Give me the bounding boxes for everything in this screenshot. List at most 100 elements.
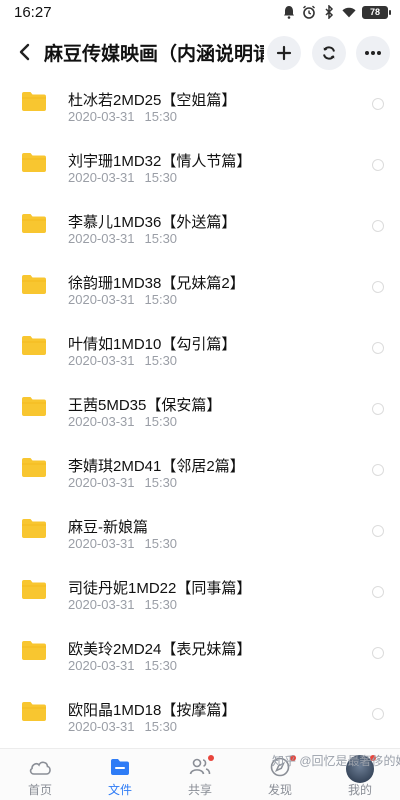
tab-share[interactable]: 共享 bbox=[160, 749, 240, 800]
tab-home-label: 首页 bbox=[27, 783, 52, 797]
file-date-day: 2020-03-31 bbox=[68, 109, 135, 124]
watermark-text: 知乎 @回忆是最奢侈的她 bbox=[272, 754, 400, 768]
add-button[interactable] bbox=[267, 36, 301, 70]
file-date: 2020-03-31 15:30 bbox=[68, 719, 177, 734]
file-date-day: 2020-03-31 bbox=[68, 353, 135, 368]
select-radio[interactable] bbox=[372, 342, 384, 354]
file-name: 欧阳晶1MD18【按摩篇】 bbox=[68, 702, 237, 719]
sync-button[interactable] bbox=[312, 36, 346, 70]
file-row[interactable]: 叶倩如1MD10【勾引篇】 2020-03-31 15:30 bbox=[0, 322, 400, 383]
file-date-time: 15:30 bbox=[144, 292, 178, 307]
folder-icon bbox=[22, 336, 46, 355]
tab-files[interactable]: 文件 bbox=[80, 749, 160, 800]
tab-home[interactable]: 首页 bbox=[0, 749, 80, 800]
file-list: 杜冰若2MD25【空姐篇】 2020-03-31 15:30 刘宇珊1MD32【情人节… bbox=[0, 78, 400, 748]
file-row[interactable]: 刘宇珊1MD32【情人节篇】 2020-03-31 15:30 bbox=[0, 139, 400, 200]
file-date-day: 2020-03-31 bbox=[68, 536, 135, 551]
back-button[interactable] bbox=[4, 26, 44, 78]
folder-icon bbox=[22, 397, 46, 416]
select-radio[interactable] bbox=[372, 281, 384, 293]
notification-off-icon bbox=[282, 5, 296, 19]
bluetooth-icon bbox=[322, 5, 336, 19]
file-date-day: 2020-03-31 bbox=[68, 170, 135, 185]
file-name: 王茜5MD35【保安篇】 bbox=[68, 397, 222, 414]
file-row[interactable]: 李慕儿1MD36【外送篇】 2020-03-31 15:30 bbox=[0, 200, 400, 261]
file-row[interactable]: 麻豆-新娘篇 2020-03-31 15:30 bbox=[0, 505, 400, 566]
select-radio[interactable] bbox=[372, 159, 384, 171]
file-date-time: 15:30 bbox=[144, 475, 178, 490]
status-icons: 78 bbox=[282, 5, 391, 19]
file-row[interactable]: 欧美玲2MD24【表兄妹篇】 2020-03-31 15:30 bbox=[0, 627, 400, 688]
file-row[interactable]: 杜冰若2MD25【空姐篇】 2020-03-31 15:30 bbox=[0, 78, 400, 139]
file-date: 2020-03-31 15:30 bbox=[68, 597, 177, 612]
file-date-day: 2020-03-31 bbox=[68, 719, 135, 734]
select-radio[interactable] bbox=[372, 98, 384, 110]
file-date-time: 15:30 bbox=[144, 231, 178, 246]
file-date-day: 2020-03-31 bbox=[68, 414, 135, 429]
file-row[interactable]: 司徒丹妮1MD22【同事篇】 2020-03-31 15:30 bbox=[0, 566, 400, 627]
tab-files-label: 文件 bbox=[107, 783, 132, 797]
file-row[interactable]: 徐韵珊1MD38【兄妹篇2】 2020-03-31 15:30 bbox=[0, 261, 400, 322]
file-date: 2020-03-31 15:30 bbox=[68, 292, 177, 307]
select-radio[interactable] bbox=[372, 586, 384, 598]
file-date-time: 15:30 bbox=[144, 658, 178, 673]
file-name: 刘宇珊1MD32【情人节篇】 bbox=[68, 153, 252, 170]
cloud-icon bbox=[27, 755, 53, 779]
file-date: 2020-03-31 15:30 bbox=[68, 231, 177, 246]
file-date: 2020-03-31 15:30 bbox=[68, 109, 177, 124]
file-name: 徐韵珊1MD38【兄妹篇2】 bbox=[68, 275, 245, 292]
file-row[interactable]: 李婧琪2MD41【邻居2篇】 2020-03-31 15:30 bbox=[0, 444, 400, 505]
file-row[interactable]: 王茜5MD35【保安篇】 2020-03-31 15:30 bbox=[0, 383, 400, 444]
file-date-time: 15:30 bbox=[144, 597, 178, 612]
sync-icon bbox=[323, 46, 335, 60]
folder-icon bbox=[107, 755, 133, 779]
file-date-time: 15:30 bbox=[144, 353, 178, 368]
file-row[interactable]: 欧阳晶1MD18【按摩篇】 2020-03-31 15:30 bbox=[0, 688, 400, 748]
file-date-day: 2020-03-31 bbox=[68, 231, 135, 246]
select-radio[interactable] bbox=[372, 220, 384, 232]
select-radio[interactable] bbox=[372, 464, 384, 476]
file-date-time: 15:30 bbox=[144, 109, 178, 124]
status-time: 16:27 bbox=[14, 3, 52, 21]
tab-mine-label: 我的 bbox=[347, 783, 372, 797]
file-name: 司徒丹妮1MD22【同事篇】 bbox=[68, 580, 252, 597]
folder-icon bbox=[22, 580, 46, 599]
more-button[interactable] bbox=[356, 36, 390, 70]
file-date: 2020-03-31 15:30 bbox=[68, 475, 177, 490]
file-date-time: 15:30 bbox=[144, 719, 178, 734]
folder-icon bbox=[22, 519, 46, 538]
file-date: 2020-03-31 15:30 bbox=[68, 414, 177, 429]
select-radio[interactable] bbox=[372, 525, 384, 537]
file-date-day: 2020-03-31 bbox=[68, 292, 135, 307]
alarm-icon bbox=[302, 5, 316, 19]
select-radio[interactable] bbox=[372, 708, 384, 720]
file-date-time: 15:30 bbox=[144, 414, 178, 429]
select-radio[interactable] bbox=[372, 403, 384, 415]
tab-discover-label: 发现 bbox=[267, 783, 292, 797]
file-name: 李婧琪2MD41【邻居2篇】 bbox=[68, 458, 245, 475]
select-radio[interactable] bbox=[372, 647, 384, 659]
title-bar: 麻豆传媒映画（内涵说明请… bbox=[0, 26, 400, 78]
folder-icon bbox=[22, 153, 46, 172]
chevron-left-icon bbox=[19, 43, 30, 61]
folder-icon bbox=[22, 214, 46, 233]
tab-share-label: 共享 bbox=[187, 783, 212, 797]
folder-icon bbox=[22, 641, 46, 660]
folder-icon bbox=[22, 275, 46, 294]
status-bar: 16:27 78 bbox=[0, 0, 400, 24]
folder-icon bbox=[22, 92, 46, 111]
file-name: 杜冰若2MD25【空姐篇】 bbox=[68, 92, 237, 109]
file-date-day: 2020-03-31 bbox=[68, 475, 135, 490]
file-name: 叶倩如1MD10【勾引篇】 bbox=[68, 336, 237, 353]
file-date: 2020-03-31 15:30 bbox=[68, 170, 177, 185]
folder-icon bbox=[22, 458, 46, 477]
page-title: 麻豆传媒映画（内涵说明请… bbox=[44, 43, 264, 65]
share-badge bbox=[208, 755, 214, 761]
file-date: 2020-03-31 15:30 bbox=[68, 353, 177, 368]
more-icon bbox=[365, 51, 381, 55]
file-date-time: 15:30 bbox=[144, 536, 178, 551]
file-date: 2020-03-31 15:30 bbox=[68, 536, 177, 551]
wifi-icon bbox=[342, 5, 356, 19]
file-name: 麻豆-新娘篇 bbox=[68, 519, 148, 536]
battery-indicator: 78 bbox=[362, 5, 391, 19]
